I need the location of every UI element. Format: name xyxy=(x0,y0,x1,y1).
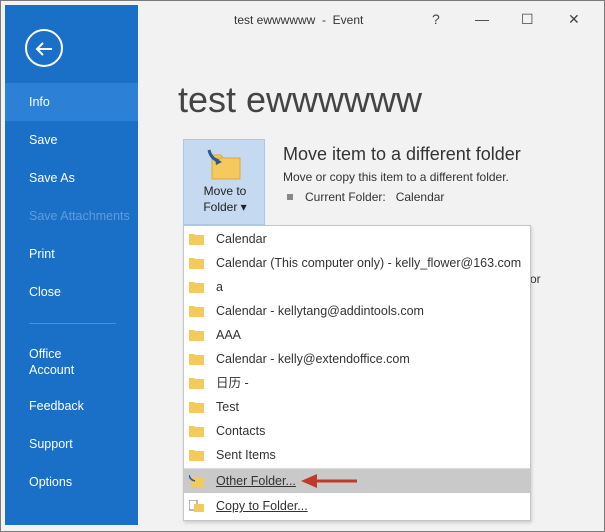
folder-icon xyxy=(189,426,204,437)
sidebar-item-options[interactable]: Options xyxy=(5,463,138,501)
folder-icon xyxy=(189,330,204,341)
menu-item-folder[interactable]: Test xyxy=(184,395,530,419)
move-folder-icon xyxy=(207,149,241,180)
copy-folder-icon xyxy=(189,500,204,512)
folder-icon xyxy=(189,306,204,317)
page-title: test ewwwwww xyxy=(178,79,423,120)
sidebar-item-save-attachments: Save Attachments xyxy=(29,209,130,223)
outlook-window: Info Save Save As Save Attachments Print… xyxy=(0,0,605,532)
menu-item-folder[interactable]: Calendar (This computer only) - kelly_fl… xyxy=(184,251,530,275)
move-button-label-2: Folder ▾ xyxy=(203,200,247,214)
folder-icon xyxy=(189,354,204,365)
menu-item-folder[interactable]: Calendar - kelly@extendoffice.com xyxy=(184,347,530,371)
window-title: test ewwwwww - Event xyxy=(234,13,364,27)
menu-item-label: Calendar xyxy=(216,232,267,246)
menu-item-folder[interactable]: 日历 - xyxy=(184,371,530,395)
title-bar: test ewwwwww - Event ? — ☐ ✕ xyxy=(138,5,604,35)
section-description: Move or copy this item to a different fo… xyxy=(283,170,509,184)
menu-item-label: Calendar - kellytang@addintools.com xyxy=(216,304,424,318)
menu-item-label: Calendar (This computer only) - kelly_fl… xyxy=(216,256,522,270)
menu-item-folder[interactable]: Contacts xyxy=(184,419,530,443)
red-arrow-icon xyxy=(301,474,357,488)
menu-item-copy-to-folder[interactable]: Copy to Folder... xyxy=(184,494,530,518)
menu-item-label: Copy to Folder... xyxy=(216,499,308,513)
minimize-button[interactable]: — xyxy=(475,11,489,27)
back-arrow-icon xyxy=(35,42,52,56)
move-to-folder-button[interactable]: Move to Folder ▾ xyxy=(183,139,265,225)
menu-item-label: Sent Items xyxy=(216,448,276,462)
partial-hidden-text: or xyxy=(530,272,541,286)
menu-item-label: Contacts xyxy=(216,424,266,438)
sidebar-item-save[interactable]: Save xyxy=(5,121,138,159)
maximize-button[interactable]: ☐ xyxy=(521,11,534,28)
move-folder-icon xyxy=(189,475,204,487)
current-folder-value: Calendar xyxy=(395,190,445,204)
sidebar-item-save-as[interactable]: Save As xyxy=(5,159,138,197)
sidebar-item-support[interactable]: Support xyxy=(5,425,138,463)
help-button[interactable]: ? xyxy=(432,11,440,27)
menu-item-folder[interactable]: a xyxy=(184,275,530,299)
folder-icon xyxy=(189,378,204,389)
sidebar-divider xyxy=(29,323,116,324)
folder-icon xyxy=(189,402,204,413)
menu-item-folder[interactable]: Calendar xyxy=(184,227,530,251)
current-folder-label: Current Folder: xyxy=(305,190,386,204)
menu-item-label: Other Folder... xyxy=(216,474,296,488)
close-button[interactable]: ✕ xyxy=(568,11,580,28)
backstage-sidebar: Info Save Save As Save Attachments Print… xyxy=(5,5,138,525)
folder-icon xyxy=(189,234,204,245)
sidebar-item-office-account[interactable]: Office Account xyxy=(5,343,138,383)
folder-icon xyxy=(189,258,204,269)
bullet-icon xyxy=(287,193,293,200)
sidebar-item-print[interactable]: Print xyxy=(5,235,138,273)
section-title: Move item to a different folder xyxy=(283,144,521,164)
menu-item-label: AAA xyxy=(216,328,242,342)
move-button-label-1: Move to xyxy=(203,184,247,198)
folder-icon xyxy=(189,450,204,461)
menu-item-label: a xyxy=(216,280,223,294)
menu-item-folder[interactable]: Sent Items xyxy=(184,443,530,467)
menu-item-folder[interactable]: AAA xyxy=(184,323,530,347)
menu-item-label: Calendar - kelly@extendoffice.com xyxy=(216,352,410,366)
sidebar-item-close[interactable]: Close xyxy=(5,273,138,311)
back-button[interactable] xyxy=(25,29,63,67)
menu-item-label: Test xyxy=(216,400,239,414)
sidebar-item-feedback[interactable]: Feedback xyxy=(5,387,138,425)
menu-item-folder[interactable]: Calendar - kellytang@addintools.com xyxy=(184,299,530,323)
sidebar-item-info[interactable]: Info xyxy=(5,83,138,121)
folder-icon xyxy=(189,282,204,293)
menu-item-label: 日历 - xyxy=(216,376,249,390)
current-folder-line: Current Folder: Calendar xyxy=(287,190,444,204)
